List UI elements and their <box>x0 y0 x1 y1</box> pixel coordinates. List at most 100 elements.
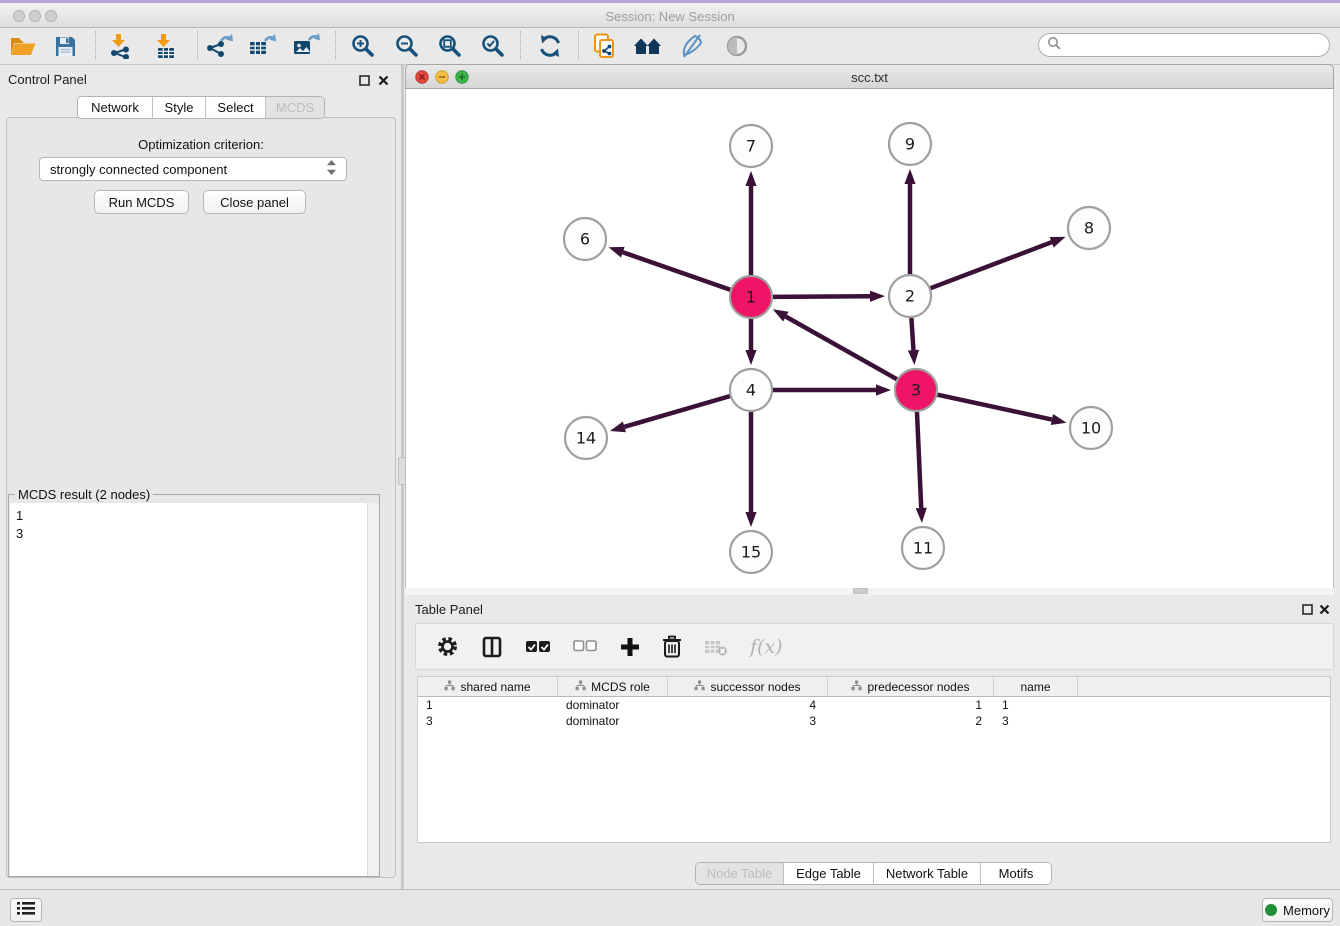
mac-titlebar: Session: New Session <box>0 3 1340 28</box>
import-table-icon[interactable] <box>148 30 182 62</box>
save-session-icon[interactable] <box>48 30 82 62</box>
column-header-MCDS-role[interactable]: MCDS role <box>558 677 668 696</box>
export-image-icon[interactable] <box>289 30 323 62</box>
export-network-icon[interactable] <box>202 30 236 62</box>
mcds-result-lines: 13 <box>10 503 379 543</box>
table-cell[interactable]: dominator <box>558 713 668 729</box>
control-panel: Control Panel NetworkStyleSelectMCDS Opt… <box>0 65 402 889</box>
main-toolbar <box>0 28 1340 65</box>
table-cell[interactable]: dominator <box>558 697 668 713</box>
search-input[interactable] <box>1038 33 1330 57</box>
panel-splitter[interactable] <box>401 65 404 889</box>
close-panel-button[interactable]: Close panel <box>203 190 306 214</box>
table-close-panel-icon[interactable] <box>1317 602 1331 616</box>
delete-column-icon[interactable] <box>662 635 682 658</box>
network-window-titlebar[interactable]: scc.txt <box>405 64 1334 89</box>
tab-network[interactable]: Network <box>78 97 153 118</box>
tab-mcds[interactable]: MCDS <box>266 97 324 118</box>
table-row[interactable]: 1dominator411 <box>418 697 1330 713</box>
zoom-in-icon[interactable] <box>346 30 380 62</box>
zoom-out-icon[interactable] <box>390 30 424 62</box>
clone-network-icon[interactable] <box>588 30 622 62</box>
delete-table-icon[interactable] <box>704 638 728 656</box>
function-builder-icon[interactable]: f(x) <box>750 636 783 658</box>
graph-node-label: 1 <box>746 288 756 307</box>
import-network-icon[interactable] <box>103 30 137 62</box>
export-table-icon[interactable] <box>245 30 279 62</box>
graph-node-label: 10 <box>1081 419 1101 438</box>
tab-motifs[interactable]: Motifs <box>981 863 1051 884</box>
column-header-predecessor-nodes[interactable]: predecessor nodes <box>828 677 994 696</box>
optimization-criterion-select[interactable]: strongly connected component <box>39 157 347 181</box>
table-settings-gear-icon[interactable] <box>436 635 459 658</box>
resize-handle[interactable] <box>853 588 868 594</box>
table-cell[interactable]: 1 <box>828 697 994 713</box>
graph-node-label: 11 <box>913 539 933 558</box>
node-table-header: shared nameMCDS rolesuccessor nodesprede… <box>418 677 1330 697</box>
tab-network-table[interactable]: Network Table <box>874 863 981 884</box>
graph-edge-3-11[interactable] <box>917 412 921 508</box>
table-cell[interactable]: 3 <box>668 713 828 729</box>
table-cell[interactable]: 3 <box>418 713 558 729</box>
graph-edge-3-10[interactable] <box>937 395 1051 420</box>
graph-edge-2-3[interactable] <box>911 318 913 350</box>
table-float-panel-icon[interactable] <box>1300 602 1314 616</box>
graph-node-label: 9 <box>905 135 915 154</box>
run-mcds-button[interactable]: Run MCDS <box>94 190 189 214</box>
add-column-icon[interactable] <box>620 637 640 657</box>
float-panel-icon[interactable] <box>357 73 371 87</box>
tab-style[interactable]: Style <box>153 97 206 118</box>
shared-column-icon <box>694 680 705 694</box>
graph-edge-2-8[interactable] <box>931 242 1052 288</box>
table-cell[interactable]: 2 <box>828 713 994 729</box>
tab-edge-table[interactable]: Edge Table <box>784 863 874 884</box>
search-icon <box>1047 36 1061 55</box>
result-line: 1 <box>10 507 379 525</box>
list-icon <box>17 901 35 919</box>
refresh-layout-icon[interactable] <box>533 30 567 62</box>
show-panels-list-button[interactable] <box>10 898 42 922</box>
mcds-result-list[interactable]: 13 <box>10 503 379 876</box>
graph-edge-3-1[interactable] <box>786 317 897 380</box>
network-window-bottom <box>405 588 1334 595</box>
home-icon[interactable] <box>631 30 665 62</box>
column-header-shared-name[interactable]: shared name <box>418 677 558 696</box>
shared-column-icon <box>444 680 455 694</box>
graph-edge-1-2[interactable] <box>773 296 870 297</box>
open-session-icon[interactable] <box>6 30 40 62</box>
control-panel-tabs: NetworkStyleSelectMCDS <box>77 96 325 119</box>
table-cell[interactable]: 3 <box>994 713 1078 729</box>
network-view-window: scc.txt 1234678910111415 <box>405 64 1334 595</box>
zoom-fit-icon[interactable] <box>433 30 467 62</box>
mcds-result-title: MCDS result (2 nodes) <box>15 487 153 502</box>
select-all-columns-icon[interactable] <box>525 640 551 654</box>
table-cell[interactable]: 1 <box>994 697 1078 713</box>
graph-edge-4-14[interactable] <box>624 396 729 427</box>
column-header-name[interactable]: name <box>994 677 1078 696</box>
column-visibility-icon[interactable] <box>481 636 503 658</box>
style-painter-icon[interactable] <box>675 30 709 62</box>
edge-arrowhead <box>904 169 915 184</box>
mcds-result-groupbox: MCDS result (2 nodes) 13 <box>8 494 380 877</box>
table-cell[interactable]: 1 <box>418 697 558 713</box>
column-header-successor-nodes[interactable]: successor nodes <box>668 677 828 696</box>
result-scrollbar[interactable] <box>367 503 379 876</box>
select-stepper-icon <box>327 160 336 178</box>
graph-edge-1-6[interactable] <box>623 252 730 290</box>
tab-node-table[interactable]: Node Table <box>696 863 784 884</box>
memory-button[interactable]: Memory <box>1262 898 1333 922</box>
table-panel: Table Panel <box>405 595 1334 889</box>
tab-select[interactable]: Select <box>206 97 266 118</box>
network-canvas[interactable]: 1234678910111415 <box>405 89 1334 588</box>
close-panel-icon[interactable] <box>376 73 390 87</box>
table-row[interactable]: 3dominator323 <box>418 713 1330 729</box>
deselect-all-columns-icon[interactable] <box>573 640 598 653</box>
graph-node-label: 8 <box>1084 219 1094 238</box>
edge-arrowhead <box>908 350 919 365</box>
table-cell[interactable]: 4 <box>668 697 828 713</box>
table-panel-title: Table Panel <box>415 602 483 617</box>
network-graph[interactable]: 1234678910111415 <box>406 89 1333 588</box>
zoom-selected-icon[interactable] <box>476 30 510 62</box>
edge-arrowhead <box>745 171 756 186</box>
hide-graphics-details-icon[interactable] <box>720 30 754 62</box>
